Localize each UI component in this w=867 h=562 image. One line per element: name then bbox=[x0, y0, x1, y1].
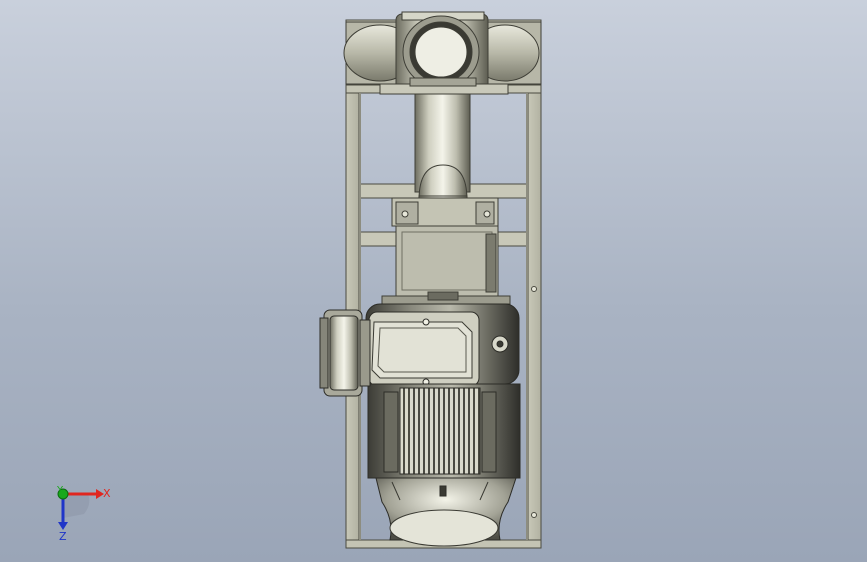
frame-middle-beam-2 bbox=[358, 231, 400, 247]
y-axis-label: Y bbox=[57, 485, 64, 496]
z-axis-label: Z bbox=[59, 530, 67, 543]
frame-bolt bbox=[531, 286, 537, 292]
x-axis-label: X bbox=[103, 487, 111, 500]
cooling-fins bbox=[399, 387, 481, 475]
frame-right-post bbox=[527, 21, 542, 549]
motor-mounting-plate bbox=[395, 225, 499, 299]
frame-middle-beam-3 bbox=[496, 231, 529, 247]
frame-bolt bbox=[531, 512, 537, 518]
electric-motor bbox=[365, 303, 521, 547]
pump-volute bbox=[343, 11, 542, 95]
terminal-box bbox=[319, 309, 371, 397]
3d-model-viewport[interactable] bbox=[0, 0, 867, 562]
frame-left-post bbox=[345, 21, 360, 549]
coupling-bracket bbox=[381, 197, 511, 305]
